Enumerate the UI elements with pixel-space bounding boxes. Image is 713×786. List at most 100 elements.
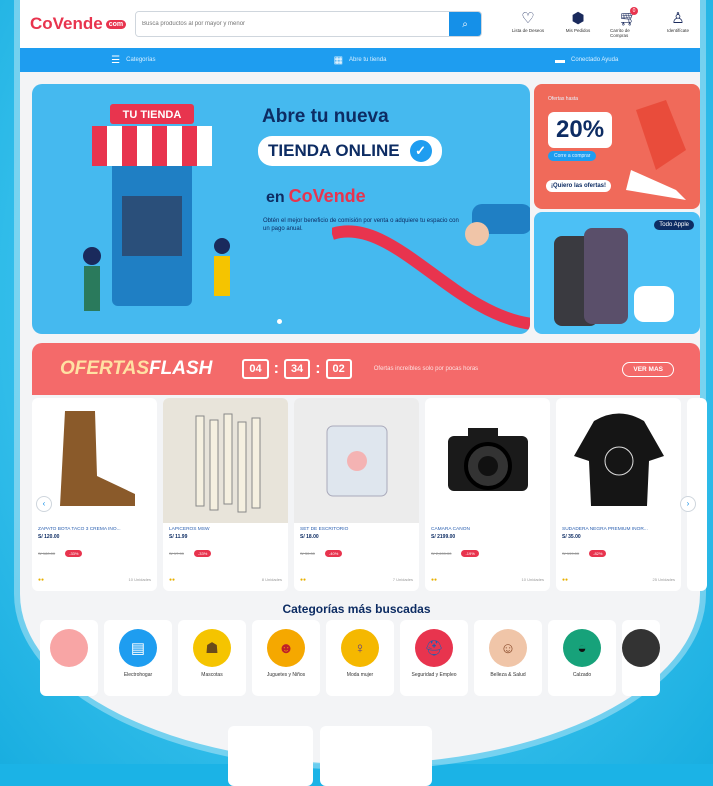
carousel-dot[interactable] bbox=[277, 319, 282, 324]
categories-title: Categorías más buscadas bbox=[282, 602, 431, 616]
category-label: Electrohogar bbox=[123, 672, 153, 678]
header-actions: ♡ Lista de Deseos ⬢ Mis Pedidos 🛒︎ 0 Carrito… bbox=[510, 7, 696, 38]
search-button[interactable]: ⌕ bbox=[449, 12, 481, 36]
category-label: Mascotas bbox=[201, 672, 223, 678]
timer-minutes: 34 bbox=[283, 359, 311, 379]
product-old-price: S/ 180.00 bbox=[38, 551, 56, 556]
hero-banner[interactable]: TU TIENDA Abre tu nueva TIENDA ONLINE ✓ e… bbox=[32, 84, 530, 334]
user-icon: ♙ bbox=[671, 10, 685, 27]
menu-icon: ☰ bbox=[111, 54, 121, 66]
category-partial[interactable] bbox=[622, 620, 660, 696]
box-icon: ⬢ bbox=[571, 10, 585, 27]
logo[interactable]: CoVende com bbox=[30, 14, 127, 34]
cart-badge: 0 bbox=[630, 7, 638, 15]
category-label: Moda mujer bbox=[346, 672, 374, 678]
product-stock: 10 Unidades bbox=[521, 577, 544, 582]
hero-badge-text: TU TIENDA bbox=[123, 109, 182, 121]
discount-badge: -33% bbox=[65, 550, 83, 557]
product-old-price: S/ 17.99 bbox=[169, 551, 184, 556]
promo-sub: Corre a comprar bbox=[548, 151, 597, 161]
cart-button[interactable]: 🛒︎ 0 Carrito de Compras bbox=[610, 7, 646, 38]
product-old-row: S/ 30.00 -40% bbox=[294, 542, 419, 560]
bottom-card[interactable] bbox=[320, 726, 432, 786]
category-label: Seguridad y Empleo bbox=[411, 672, 457, 678]
carousel-prev-button[interactable]: ‹ bbox=[36, 496, 52, 512]
category-electrohogar[interactable]: ▤ Electrohogar bbox=[104, 620, 172, 696]
category-partial[interactable] bbox=[40, 620, 98, 696]
rating-icon: ●● bbox=[169, 577, 176, 583]
iphone-airpods-illustration bbox=[554, 228, 674, 326]
product-card[interactable]: SUDADERA NEGRA PREMIUM INOR... S/ 35.00 … bbox=[556, 398, 681, 591]
product-stock: 25 Unidades bbox=[652, 577, 675, 582]
nav-categories[interactable]: ☰ Categorías bbox=[20, 55, 247, 66]
timer-seconds: 02 bbox=[325, 359, 352, 379]
ribbon-illustration bbox=[332, 204, 530, 330]
logo-suffix: com bbox=[105, 19, 127, 29]
check-icon: ✓ bbox=[409, 140, 432, 162]
fashion-icon: ♀ bbox=[341, 629, 379, 667]
product-image bbox=[556, 398, 681, 523]
nav-bar: ☰ Categorías ▦ Abre tu tienda ▬ Conectado A… bbox=[20, 48, 700, 72]
wishlist-button[interactable]: ♡ Lista de Deseos bbox=[510, 10, 546, 38]
product-card[interactable]: LAPICEROS MSW S/ 11.99 S/ 17.99 -33% ●● 8 … bbox=[163, 398, 288, 591]
product-price-row: S/ 120.00 bbox=[38, 534, 151, 540]
rating-icon: ●● bbox=[300, 577, 307, 583]
logo-text: CoVende bbox=[30, 14, 103, 33]
product-card[interactable]: CÁMARA CANON S/ 2199.00 S/ 2,699.00 -19% … bbox=[425, 398, 550, 591]
chevron-left-icon: ‹ bbox=[42, 499, 46, 508]
product-image bbox=[294, 398, 419, 523]
nav-help-label: Conectado Ayuda bbox=[571, 57, 619, 63]
carousel-next-button[interactable]: › bbox=[680, 496, 696, 512]
orders-button[interactable]: ⬢ Mis Pedidos bbox=[560, 10, 596, 38]
search-input[interactable] bbox=[136, 12, 449, 36]
category-juguetes[interactable]: ☻ Juguetes y Niños bbox=[252, 620, 320, 696]
flash-title-b: FLASH bbox=[149, 358, 213, 379]
category-seguridad[interactable]: ⛑ Seguridad y Empleo bbox=[400, 620, 468, 696]
flash-title-a: OFERTAS bbox=[60, 358, 150, 379]
category-mascotas[interactable]: ☗ Mascotas bbox=[178, 620, 246, 696]
partial-icon bbox=[622, 629, 660, 667]
search-bar: ⌕ bbox=[135, 11, 482, 37]
category-label: Juguetes y Niños bbox=[266, 672, 306, 678]
rating-icon: ●● bbox=[431, 577, 438, 583]
product-old-row: S/ 2,699.00 -19% bbox=[425, 542, 550, 560]
product-price: S/ 35.00 bbox=[562, 534, 581, 540]
category-moda-mujer[interactable]: ♀ Moda mujer bbox=[326, 620, 394, 696]
account-button[interactable]: ♙ Identifícate bbox=[660, 10, 696, 38]
help-icon: ▬ bbox=[555, 54, 566, 66]
nav-help[interactable]: ▬ Conectado Ayuda bbox=[473, 55, 700, 66]
pet-icon: ☗ bbox=[193, 629, 231, 667]
nav-open-store[interactable]: ▦ Abre tu tienda bbox=[247, 55, 474, 66]
promo-cta[interactable]: ¡Quiero las ofertas! bbox=[546, 180, 612, 192]
apple-banner[interactable]: Todo Apple bbox=[534, 212, 700, 334]
product-card[interactable]: ZAPATO BOTA TACO 3 CREMA INO... S/ 120.0… bbox=[32, 398, 157, 591]
product-name: ZAPATO BOTA TACO 3 CREMA INO... bbox=[38, 527, 121, 532]
product-old-row: S/ 199.00 -82% bbox=[556, 542, 681, 560]
product-footer: ●● 10 Unidades bbox=[38, 577, 151, 583]
product-card-partial[interactable] bbox=[687, 398, 707, 591]
safety-icon: ⛑ bbox=[415, 629, 453, 667]
product-old-price: S/ 30.00 bbox=[300, 551, 315, 556]
product-old-row: S/ 17.99 -33% bbox=[163, 542, 288, 560]
flash-title: OFERTASFLASH bbox=[60, 358, 212, 380]
header: CoVendecom ⌕ ♡Lista de Deseos ⬢Mis Pedid… bbox=[20, 0, 700, 48]
product-card[interactable]: SET DE ESCRITORIO S/ 18.00 S/ 30.00 -40% … bbox=[294, 398, 419, 591]
product-price-row: S/ 11.99 bbox=[169, 534, 282, 540]
flash-sale-bar: OFERTASFLASH 04: 34: 02 Ofertas increíbl… bbox=[32, 343, 700, 395]
category-calzado[interactable]: ◒ Calzado bbox=[548, 620, 616, 696]
nav-open-store-label: Abre tu tienda bbox=[349, 57, 387, 63]
category-belleza[interactable]: ☺ Belleza & Salud bbox=[474, 620, 542, 696]
discount-badge: -19% bbox=[461, 550, 479, 557]
promo-offers-banner[interactable]: Ofertas hasta 20% Corre a comprar ¡Quier… bbox=[534, 84, 700, 209]
see-more-button[interactable]: VER MAS bbox=[622, 361, 674, 377]
product-name: LAPICEROS MSW bbox=[169, 527, 210, 532]
account-label: Identifícate bbox=[666, 28, 689, 33]
bottom-card[interactable] bbox=[228, 726, 313, 786]
search-icon: ⌕ bbox=[462, 18, 468, 30]
product-price-row: S/ 18.00 bbox=[300, 534, 413, 540]
product-name: CÁMARA CANON bbox=[431, 527, 470, 532]
discount-badge: -33% bbox=[193, 550, 212, 557]
store-icon: ▦ bbox=[333, 54, 344, 66]
product-name: SET DE ESCRITORIO bbox=[300, 527, 349, 532]
category-label: Calzado bbox=[572, 672, 592, 678]
